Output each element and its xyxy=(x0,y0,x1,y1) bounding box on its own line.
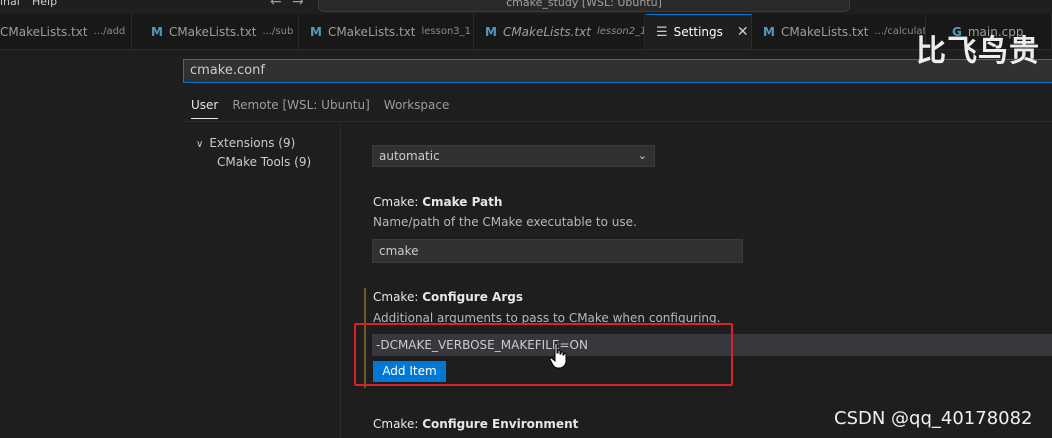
tree-item-extensions[interactable]: ∨ Extensions (9) xyxy=(196,136,295,150)
tab-workspace[interactable]: Workspace xyxy=(384,98,450,119)
back-arrow-icon[interactable]: ← xyxy=(270,0,282,10)
title-bar: inal Help ← → cmake_study [WSL: Ubuntu] xyxy=(0,0,1052,14)
cmake-file-icon: M xyxy=(763,24,775,39)
command-center-label: cmake_study [WSL: Ubuntu] xyxy=(506,0,662,9)
hand-cursor-icon xyxy=(549,342,567,369)
scope-divider xyxy=(183,121,1052,122)
cmake-file-icon: M xyxy=(310,24,322,39)
command-center[interactable]: cmake_study [WSL: Ubuntu] xyxy=(318,0,850,12)
close-icon[interactable]: ✕ xyxy=(737,24,749,40)
cmake-file-icon: M xyxy=(485,24,497,39)
watermark-csdn: CSDN @qq_40178082 xyxy=(834,408,1033,429)
tab-cmakelists-lesson3[interactable]: M CMakeLists.txt lesson3_1 ● xyxy=(300,14,474,49)
tab-description: lesson2_1 xyxy=(596,26,645,37)
setting-title-configure-args: Cmake: Configure Args xyxy=(373,290,523,304)
chevron-down-icon: ⌄ xyxy=(637,149,647,162)
forward-arrow-icon[interactable]: → xyxy=(292,0,304,10)
chevron-down-icon: ∨ xyxy=(196,139,204,150)
setting-description-configure-args: Additional arguments to pass to CMake wh… xyxy=(373,311,721,325)
tab-cmakelists-calculator[interactable]: M CMakeLists.txt .../calculator xyxy=(753,14,926,49)
dropdown-value: automatic xyxy=(379,149,440,163)
tab-description: .../add xyxy=(93,26,126,37)
modified-indicator xyxy=(364,288,366,388)
editor-tab-bar: CMakeLists.txt .../add M CMakeLists.txt … xyxy=(0,14,1052,50)
tab-label: CMakeLists.txt xyxy=(780,24,869,39)
tab-user[interactable]: User xyxy=(191,98,219,119)
settings-scope-tabs: User Remote [WSL: Ubuntu] Workspace xyxy=(191,98,449,119)
setting-name: Cmake Path xyxy=(422,195,503,209)
tab-cmakelists-sub[interactable]: M CMakeLists.txt .../sub xyxy=(141,14,299,49)
tab-description: lesson3_1 xyxy=(421,26,472,37)
tab-label: CMakeLists.txt xyxy=(168,24,257,39)
setting-category: Cmake: xyxy=(373,290,423,304)
tab-label: CMakeLists.txt xyxy=(327,24,416,39)
tab-cmakelists-add[interactable]: CMakeLists.txt .../add xyxy=(0,14,132,49)
watermark-chinese: 比飞鸟贵 xyxy=(916,34,1040,69)
tab-remote-wsl[interactable]: Remote [WSL: Ubuntu] xyxy=(232,98,369,119)
tree-divider xyxy=(340,122,341,438)
tree-label: CMake Tools (9) xyxy=(217,155,312,169)
tab-settings[interactable]: ☰ Settings ✕ xyxy=(646,14,752,49)
setting-name: Configure Args xyxy=(422,290,523,304)
setting-title-cmake-path: Cmake: Cmake Path xyxy=(373,195,502,209)
tab-label: Settings xyxy=(673,25,723,39)
menu-help[interactable]: Help xyxy=(32,0,57,8)
tab-description: .../sub xyxy=(262,26,294,37)
configure-args-list-item[interactable]: -DCMAKE_VERBOSE_MAKEFILE=ON xyxy=(372,334,1052,356)
menu-terminal[interactable]: inal xyxy=(0,0,20,8)
setting-name: Configure Environment xyxy=(422,417,579,431)
setting-description-cmake-path: Name/path of the CMake executable to use… xyxy=(373,215,637,229)
tree-label: Extensions (9) xyxy=(209,136,296,150)
setting-title-configure-environment: Cmake: Configure Environment xyxy=(373,417,578,431)
tab-label: CMakeLists.txt xyxy=(0,24,88,39)
setting-category: Cmake: xyxy=(373,195,423,209)
setting-category: Cmake: xyxy=(373,417,423,431)
settings-list-icon: ☰ xyxy=(656,24,668,40)
cmake-path-input[interactable]: cmake xyxy=(372,239,743,263)
tree-item-cmake-tools[interactable]: CMake Tools (9) xyxy=(217,155,311,169)
previous-setting-dropdown[interactable]: automatic ⌄ xyxy=(372,145,655,167)
tab-label: CMakeLists.txt xyxy=(502,24,591,39)
cmake-file-icon: M xyxy=(151,24,163,39)
tab-cmakelists-lesson2[interactable]: M CMakeLists.txt lesson2_1 xyxy=(475,14,645,49)
add-item-button[interactable]: Add Item xyxy=(373,361,446,382)
